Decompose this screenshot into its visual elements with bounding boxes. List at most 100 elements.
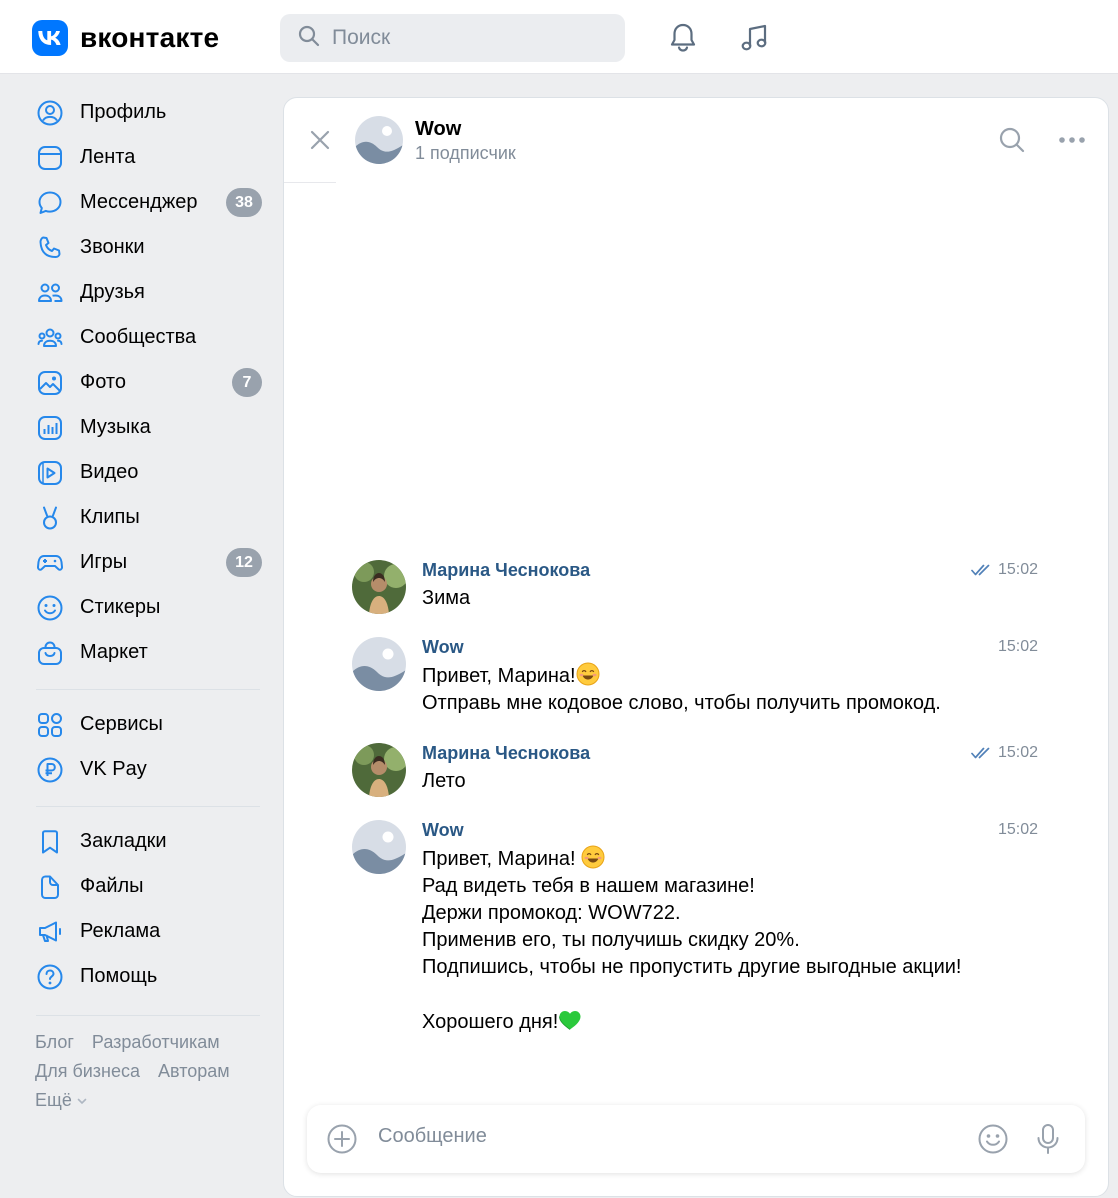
sidebar-item-feed[interactable]: Лента xyxy=(28,135,268,180)
sidebar-item-stickers[interactable]: Стикеры xyxy=(28,585,268,630)
message-author[interactable]: Wow xyxy=(422,820,464,841)
sidebar-divider xyxy=(36,806,260,807)
vk-logo[interactable]: вконтакте xyxy=(32,20,219,56)
music-icon xyxy=(36,414,64,442)
community-avatar[interactable] xyxy=(355,116,403,164)
message-text: Привет, Марина! Отправь мне кодовое слов… xyxy=(422,662,1022,717)
read-check-icon xyxy=(971,747,990,759)
sidebar-item-vkpay[interactable]: VK Pay xyxy=(28,747,268,792)
emoji-icon[interactable] xyxy=(976,1122,1010,1156)
sidebar-item-clips[interactable]: Клипы xyxy=(28,495,268,540)
sidebar-item-files[interactable]: Файлы xyxy=(28,864,268,909)
sidebar-item-bookmarks[interactable]: Закладки xyxy=(28,819,268,864)
sidebar-item-label: Сервисы xyxy=(80,713,163,735)
message-time: 15:02 xyxy=(998,821,1038,839)
photo-icon xyxy=(36,369,64,397)
bookmark-icon xyxy=(36,828,64,856)
chat-search-icon[interactable] xyxy=(996,124,1028,156)
sidebar-item-label: Профиль xyxy=(80,101,167,123)
sidebar-item-messenger[interactable]: Мессенджер 38 xyxy=(28,180,268,225)
avatar[interactable] xyxy=(352,820,406,874)
sidebar-item-label: Реклама xyxy=(80,920,161,942)
bell-icon[interactable] xyxy=(665,20,701,56)
message-text-rest: Рад видеть тебя в нашем магазине! Держи … xyxy=(422,875,962,1033)
chevron-down-icon xyxy=(77,1098,87,1105)
message-text: Зима xyxy=(422,587,471,609)
megaphone-icon xyxy=(36,918,64,946)
avatar[interactable] xyxy=(352,743,406,797)
message-author[interactable]: Марина Чеснокова xyxy=(422,560,590,581)
sidebar-item-label: Маркет xyxy=(80,641,148,663)
sidebar-footer-links: Блог Разработчикам Для бизнеса Авторам Ещё xyxy=(28,1028,268,1115)
left-sidebar: Профиль Лента Мессенджер 38 Звонки Друзь… xyxy=(28,90,268,1115)
message-time: 15:02 xyxy=(971,561,1038,579)
sidebar-divider xyxy=(36,1015,260,1016)
sidebar-item-services[interactable]: Сервисы xyxy=(28,702,268,747)
music-icon[interactable] xyxy=(736,20,772,56)
message-time: 15:02 xyxy=(971,744,1038,762)
unread-badge: 38 xyxy=(226,188,262,217)
more-icon[interactable] xyxy=(1056,124,1088,156)
sidebar-item-label: Игры xyxy=(80,551,128,573)
sidebar-item-label: Стикеры xyxy=(80,596,161,618)
sidebar-item-label: Клипы xyxy=(80,506,140,528)
sidebar-item-photos[interactable]: Фото 7 xyxy=(28,360,268,405)
footer-more-button[interactable]: Ещё xyxy=(35,1090,88,1110)
read-check-icon xyxy=(971,564,990,576)
smile-icon xyxy=(36,594,64,622)
message-text-line: Привет, Марина! xyxy=(422,665,576,687)
clips-icon xyxy=(36,504,64,532)
avatar[interactable] xyxy=(352,637,406,691)
message-time-label: 15:02 xyxy=(997,821,1038,838)
sidebar-item-label: Мессенджер xyxy=(80,191,198,213)
sidebar-item-communities[interactable]: Сообщества xyxy=(28,315,268,360)
attach-plus-icon[interactable] xyxy=(325,1122,359,1156)
footer-link-blog[interactable]: Блог xyxy=(35,1032,74,1052)
message-composer xyxy=(307,1105,1085,1173)
sidebar-item-music[interactable]: Музыка xyxy=(28,405,268,450)
avatar[interactable] xyxy=(352,560,406,614)
sidebar-item-calls[interactable]: Звонки xyxy=(28,225,268,270)
sidebar-item-games[interactable]: Игры 12 xyxy=(28,540,268,585)
sidebar-item-label: Видео xyxy=(80,461,139,483)
message-text: Привет, Марина! Рад видеть тебя в нашем … xyxy=(422,845,1022,1036)
search-input[interactable] xyxy=(332,26,612,50)
sidebar-item-friends[interactable]: Друзья xyxy=(28,270,268,315)
sidebar-item-video[interactable]: Видео xyxy=(28,450,268,495)
sidebar-item-label: VK Pay xyxy=(80,758,147,780)
vk-logo-icon xyxy=(32,20,68,56)
sidebar-item-ads[interactable]: Реклама xyxy=(28,909,268,954)
message-text-line: Привет, Марина! xyxy=(422,848,582,870)
communities-icon xyxy=(36,324,64,352)
close-icon[interactable] xyxy=(306,126,334,154)
sidebar-divider xyxy=(36,689,260,690)
video-icon xyxy=(36,459,64,487)
sidebar-item-help[interactable]: Помощь xyxy=(28,954,268,999)
logo-text: вконтакте xyxy=(80,22,220,53)
sidebar-item-label: Друзья xyxy=(80,281,145,303)
file-icon xyxy=(36,873,64,901)
message-icon xyxy=(36,189,64,217)
footer-link-developers[interactable]: Разработчикам xyxy=(92,1032,220,1052)
sidebar-item-label: Сообщества xyxy=(80,326,197,348)
sidebar-item-profile[interactable]: Профиль xyxy=(28,90,268,135)
photos-badge: 7 xyxy=(232,368,262,397)
green-heart-icon xyxy=(559,1011,581,1030)
footer-link-authors[interactable]: Авторам xyxy=(158,1061,230,1081)
services-icon xyxy=(36,711,64,739)
ruble-icon xyxy=(36,756,64,784)
message-author[interactable]: Марина Чеснокова xyxy=(422,743,590,764)
sidebar-item-market[interactable]: Маркет xyxy=(28,630,268,675)
message-input[interactable] xyxy=(378,1125,938,1148)
friends-icon xyxy=(36,279,64,307)
microphone-icon[interactable] xyxy=(1031,1122,1065,1156)
sidebar-item-label: Закладки xyxy=(80,830,167,852)
search-box[interactable] xyxy=(280,14,625,62)
top-header: вконтакте xyxy=(0,0,1118,74)
message-author[interactable]: Wow xyxy=(422,637,464,658)
header-divider xyxy=(284,182,336,183)
chat-header: Wow 1 подписчик xyxy=(284,98,1108,182)
chat-title[interactable]: Wow xyxy=(415,118,461,141)
chat-panel: Wow 1 подписчик Марина Чеснокова 15:02 З… xyxy=(283,97,1109,1197)
footer-link-business[interactable]: Для бизнеса xyxy=(35,1061,140,1081)
